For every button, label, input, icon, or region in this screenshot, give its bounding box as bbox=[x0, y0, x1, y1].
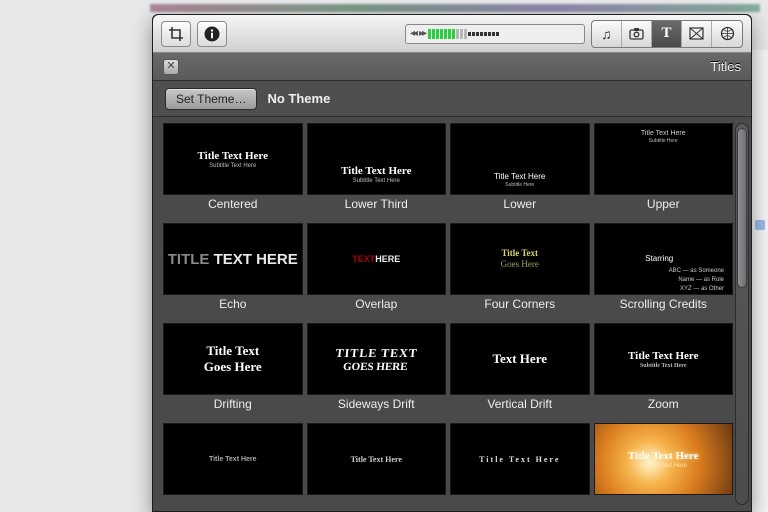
title-item-lower-third[interactable]: Title Text HereSubtitle Text Here Lower … bbox=[307, 123, 447, 219]
title-item-lens-flare[interactable]: Title Text HereSubtitle Text Here bbox=[594, 423, 734, 511]
caption: Upper bbox=[647, 198, 680, 210]
caption: Scrolling Credits bbox=[620, 298, 707, 310]
caption: Sideways Drift bbox=[338, 398, 415, 410]
titles-tab[interactable]: T bbox=[652, 21, 682, 47]
photos-tab[interactable] bbox=[622, 21, 652, 47]
caption: Centered bbox=[208, 198, 257, 210]
caption: Lower bbox=[503, 198, 536, 210]
thumb-scrolling-credits: Starring ABC — as Someone Name — as Role… bbox=[594, 223, 734, 295]
crop-icon bbox=[168, 26, 184, 42]
title-item-echo[interactable]: TITLE TEXT HERE Echo bbox=[163, 223, 303, 319]
info-button[interactable] bbox=[197, 21, 227, 47]
title-item-sideways-drift[interactable]: TITLE TEXTGOES HERE Sideways Drift bbox=[307, 323, 447, 419]
caption: Overlap bbox=[355, 298, 397, 310]
level-bars bbox=[428, 29, 580, 39]
grid-scrollbar[interactable] bbox=[735, 123, 749, 505]
scrollbar-thumb[interactable] bbox=[737, 128, 747, 288]
title-item-row4-1[interactable]: Title Text Here bbox=[163, 423, 303, 511]
title-item-drifting[interactable]: Title TextGoes Here Drifting bbox=[163, 323, 303, 419]
right-gutter bbox=[752, 50, 768, 512]
caption: Echo bbox=[219, 298, 246, 310]
background-media-strip bbox=[150, 4, 760, 12]
thumb-lens-flare: Title Text HereSubtitle Text Here bbox=[594, 423, 734, 495]
caption: Four Corners bbox=[484, 298, 555, 310]
thumb-zoom: Title Text HereSubtitle Text Here bbox=[594, 323, 734, 395]
caption: Drifting bbox=[214, 398, 252, 410]
music-icon: ♫ bbox=[601, 26, 612, 42]
theme-bar: Set Theme… No Theme bbox=[153, 81, 751, 117]
close-panel-button[interactable]: ✕ bbox=[163, 59, 179, 75]
titles-icon: T bbox=[661, 25, 671, 42]
globe-icon bbox=[720, 26, 735, 41]
thumb-centered: Title Text HereSubtitle Text Here bbox=[163, 123, 303, 195]
thumb-lower-third: Title Text HereSubtitle Text Here bbox=[307, 123, 447, 195]
title-item-lower[interactable]: Title Text HereSubtitle Here Lower bbox=[450, 123, 590, 219]
title-item-upper[interactable]: Title Text HereSubtitle Here Upper bbox=[594, 123, 734, 219]
title-item-four-corners[interactable]: Title TextGoes Here Four Corners bbox=[450, 223, 590, 319]
title-item-vertical-drift[interactable]: Text Here Vertical Drift bbox=[450, 323, 590, 419]
thumb-upper: Title Text HereSubtitle Here bbox=[594, 123, 734, 195]
panel-header: ✕ Titles bbox=[153, 53, 751, 81]
title-item-overlap[interactable]: TEXTHERE Overlap bbox=[307, 223, 447, 319]
music-tab[interactable]: ♫ bbox=[592, 21, 622, 47]
titles-browser-window: ◂◂ ▸▸ ♫ T ✕ Titles Set Th bbox=[152, 14, 752, 512]
browser-tabs: ♫ T bbox=[591, 20, 743, 48]
crop-button[interactable] bbox=[161, 21, 191, 47]
panel-title: Titles bbox=[710, 59, 741, 74]
title-item-scrolling-credits[interactable]: Starring ABC — as Someone Name — as Role… bbox=[594, 223, 734, 319]
maps-tab[interactable] bbox=[712, 21, 742, 47]
forward-icon: ▸▸ bbox=[419, 28, 425, 39]
thumb-lower: Title Text HereSubtitle Here bbox=[450, 123, 590, 195]
title-item-row4-2[interactable]: Title Text Here bbox=[307, 423, 447, 511]
transitions-icon bbox=[689, 27, 704, 40]
camera-icon bbox=[629, 27, 644, 40]
audio-meter: ◂◂ ▸▸ bbox=[405, 24, 585, 44]
thumb-sideways-drift: TITLE TEXTGOES HERE bbox=[307, 323, 447, 395]
caption: Lower Third bbox=[345, 198, 408, 210]
thumb-row4-3: Title Text Here bbox=[450, 423, 590, 495]
rewind-icon: ◂◂ bbox=[410, 28, 416, 39]
info-icon bbox=[203, 25, 221, 43]
title-item-row4-3[interactable]: Title Text Here bbox=[450, 423, 590, 511]
titles-grid-wrap: Title Text HereSubtitle Text Here Center… bbox=[153, 117, 751, 511]
caption: Vertical Drift bbox=[487, 398, 552, 410]
app-toolbar: ◂◂ ▸▸ ♫ T bbox=[153, 15, 751, 53]
title-item-zoom[interactable]: Title Text HereSubtitle Text Here Zoom bbox=[594, 323, 734, 419]
thumb-row4-1: Title Text Here bbox=[163, 423, 303, 495]
title-item-centered[interactable]: Title Text HereSubtitle Text Here Center… bbox=[163, 123, 303, 219]
thumb-row4-2: Title Text Here bbox=[307, 423, 447, 495]
thumb-vertical-drift: Text Here bbox=[450, 323, 590, 395]
thumb-drifting: Title TextGoes Here bbox=[163, 323, 303, 395]
current-theme-label: No Theme bbox=[267, 91, 330, 106]
transitions-tab[interactable] bbox=[682, 21, 712, 47]
caption: Zoom bbox=[648, 398, 679, 410]
thumb-four-corners: Title TextGoes Here bbox=[450, 223, 590, 295]
thumb-echo: TITLE TEXT HERE bbox=[163, 223, 303, 295]
titles-grid: Title Text HereSubtitle Text Here Center… bbox=[163, 123, 733, 511]
set-theme-button[interactable]: Set Theme… bbox=[165, 88, 257, 110]
thumb-overlap: TEXTHERE bbox=[307, 223, 447, 295]
